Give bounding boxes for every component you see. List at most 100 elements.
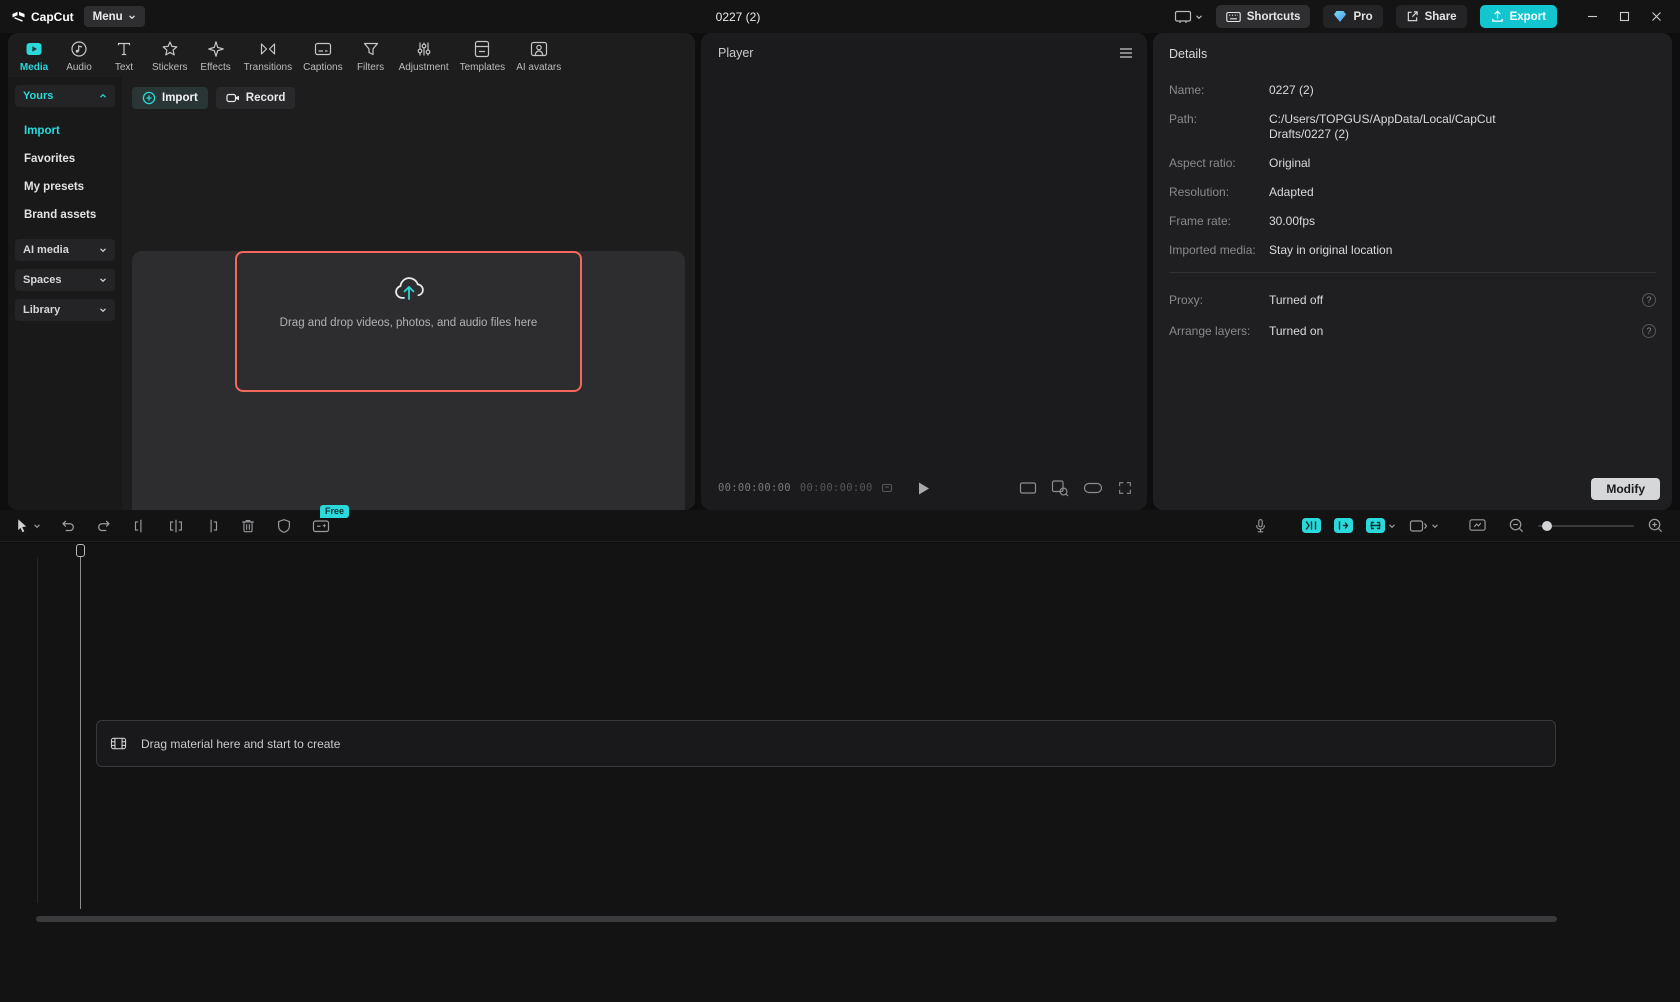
timeline-toolbar: Free xyxy=(0,510,1680,542)
sidebar-item-my-presets[interactable]: My presets xyxy=(15,173,115,201)
split-right-button[interactable] xyxy=(203,517,221,535)
close-button[interactable] xyxy=(1640,0,1672,33)
timeline-drop-placeholder[interactable]: Drag material here and start to create xyxy=(96,720,1556,767)
split-button[interactable] xyxy=(167,517,185,535)
tab-media[interactable]: Media xyxy=(12,37,56,75)
details-divider xyxy=(1169,272,1656,273)
ai-avatars-icon xyxy=(529,39,549,59)
tab-templates[interactable]: Templates xyxy=(455,37,511,75)
player-menu-icon[interactable] xyxy=(1119,47,1133,59)
sidebar-item-brand-assets[interactable]: Brand assets xyxy=(15,201,115,229)
templates-icon xyxy=(472,39,492,59)
chevron-down-icon xyxy=(99,276,107,284)
tab-filters[interactable]: Filters xyxy=(349,37,393,75)
share-icon xyxy=(1406,10,1419,23)
tab-text[interactable]: Text xyxy=(102,37,146,75)
sidebar-section-yours[interactable]: Yours xyxy=(15,85,115,107)
camera-icon xyxy=(226,91,240,105)
zoom-in-button[interactable] xyxy=(1647,517,1664,534)
pro-badge[interactable]: Pro xyxy=(1323,5,1382,28)
titlebar: CapCut Menu 0227 (2) Shortcuts Pro Share… xyxy=(0,0,1680,33)
canvas-ratio-icon[interactable] xyxy=(1019,480,1037,496)
select-tool-button[interactable] xyxy=(14,517,41,534)
timeline-area[interactable]: Drag material here and start to create xyxy=(0,543,1680,1002)
ai-tools-button[interactable]: Free xyxy=(311,517,331,535)
timeline-placeholder-text: Drag material here and start to create xyxy=(141,737,340,751)
sidebar-item-favorites[interactable]: Favorites xyxy=(15,145,115,173)
split-left-button[interactable] xyxy=(131,517,149,535)
menu-button[interactable]: Menu xyxy=(84,6,145,27)
current-timecode: 00:00:00:00 xyxy=(718,482,791,494)
detail-row-name: Name: 0227 (2) xyxy=(1153,83,1672,98)
mask-icon[interactable] xyxy=(275,517,293,535)
details-panel: Details Name: 0227 (2) Path: C:/Users/TO… xyxy=(1153,33,1672,510)
maximize-button[interactable] xyxy=(1608,0,1640,33)
chevron-up-icon xyxy=(99,92,107,100)
fullscreen-icon[interactable] xyxy=(1117,480,1133,496)
chevron-down-icon xyxy=(99,306,107,314)
captions-icon xyxy=(313,39,333,59)
media-icon xyxy=(24,39,44,59)
sidebar-section-ai-media[interactable]: AI media xyxy=(15,239,115,261)
help-icon[interactable]: ? xyxy=(1642,324,1656,338)
import-button[interactable]: Import xyxy=(132,87,208,109)
chevron-down-icon xyxy=(1388,522,1396,530)
play-button[interactable] xyxy=(918,481,931,496)
voiceover-mic-button[interactable] xyxy=(1252,517,1269,535)
sidebar-item-import[interactable]: Import xyxy=(15,117,115,145)
monitor-icon xyxy=(1174,9,1192,25)
linking-toggle[interactable] xyxy=(1366,518,1396,533)
track-header-divider xyxy=(37,557,38,903)
help-icon[interactable]: ? xyxy=(1642,293,1656,307)
auto-snap-toggle[interactable] xyxy=(1334,518,1353,533)
tab-effects[interactable]: Effects xyxy=(194,37,238,75)
capcut-logo-icon xyxy=(12,11,25,22)
stickers-icon xyxy=(160,39,180,59)
shortcuts-button[interactable]: Shortcuts xyxy=(1216,5,1311,28)
ai-effects-icon xyxy=(311,517,331,535)
total-timecode: 00:00:00:00 xyxy=(800,482,873,494)
playhead-handle[interactable] xyxy=(76,544,85,557)
export-button[interactable]: Export xyxy=(1480,5,1557,28)
chevron-down-icon xyxy=(128,13,136,21)
project-title: 0227 (2) xyxy=(716,10,761,24)
drag-drop-target[interactable]: Drag and drop videos, photos, and audio … xyxy=(235,251,582,392)
cursor-icon xyxy=(14,517,30,534)
layout-switch-button[interactable] xyxy=(1174,9,1203,25)
chevron-down-icon xyxy=(1431,522,1439,530)
tab-transitions[interactable]: Transitions xyxy=(239,37,298,75)
plus-circle-icon xyxy=(142,91,156,105)
sidebar-section-spaces[interactable]: Spaces xyxy=(15,269,115,291)
detail-row-proxy: Proxy: Turned off ? xyxy=(1153,293,1672,308)
player-panel: Player 00:00:00:00 00:00:00:00 xyxy=(701,33,1147,510)
zoom-out-button[interactable] xyxy=(1508,517,1525,534)
track-cover-button[interactable] xyxy=(1409,518,1439,534)
detail-row-frame-rate: Frame rate: 30.00fps xyxy=(1153,214,1672,229)
sidebar-section-library[interactable]: Library xyxy=(15,299,115,321)
mini-player-icon[interactable] xyxy=(1083,481,1103,495)
share-button[interactable]: Share xyxy=(1396,5,1467,28)
undo-button[interactable] xyxy=(59,517,77,535)
details-title: Details xyxy=(1153,33,1672,83)
timeline-zoom-slider[interactable] xyxy=(1538,525,1634,527)
tab-captions[interactable]: Captions xyxy=(298,37,347,75)
tab-stickers[interactable]: Stickers xyxy=(147,37,193,75)
record-button[interactable]: Record xyxy=(216,87,296,109)
zoom-slider-knob[interactable] xyxy=(1542,521,1552,531)
capcut-logo: CapCut xyxy=(0,10,84,24)
transitions-icon xyxy=(258,39,278,59)
modify-button[interactable]: Modify xyxy=(1591,478,1660,500)
horizontal-scrollbar[interactable] xyxy=(36,916,1557,922)
minimize-button[interactable] xyxy=(1576,0,1608,33)
duration-settings-icon[interactable] xyxy=(881,482,893,494)
zoom-fit-icon[interactable] xyxy=(1051,479,1069,497)
delete-button[interactable] xyxy=(239,517,257,535)
main-track-magnet-toggle[interactable] xyxy=(1302,518,1321,533)
preview-quality-button[interactable] xyxy=(1468,517,1487,534)
tab-ai-avatars[interactable]: AI avatars xyxy=(511,37,566,75)
zoom-slider-track[interactable] xyxy=(1538,525,1634,527)
tab-audio[interactable]: Audio xyxy=(57,37,101,75)
media-dropzone: Drag and drop videos, photos, and audio … xyxy=(132,251,685,510)
tab-adjustment[interactable]: Adjustment xyxy=(394,37,454,75)
redo-button[interactable] xyxy=(95,517,113,535)
